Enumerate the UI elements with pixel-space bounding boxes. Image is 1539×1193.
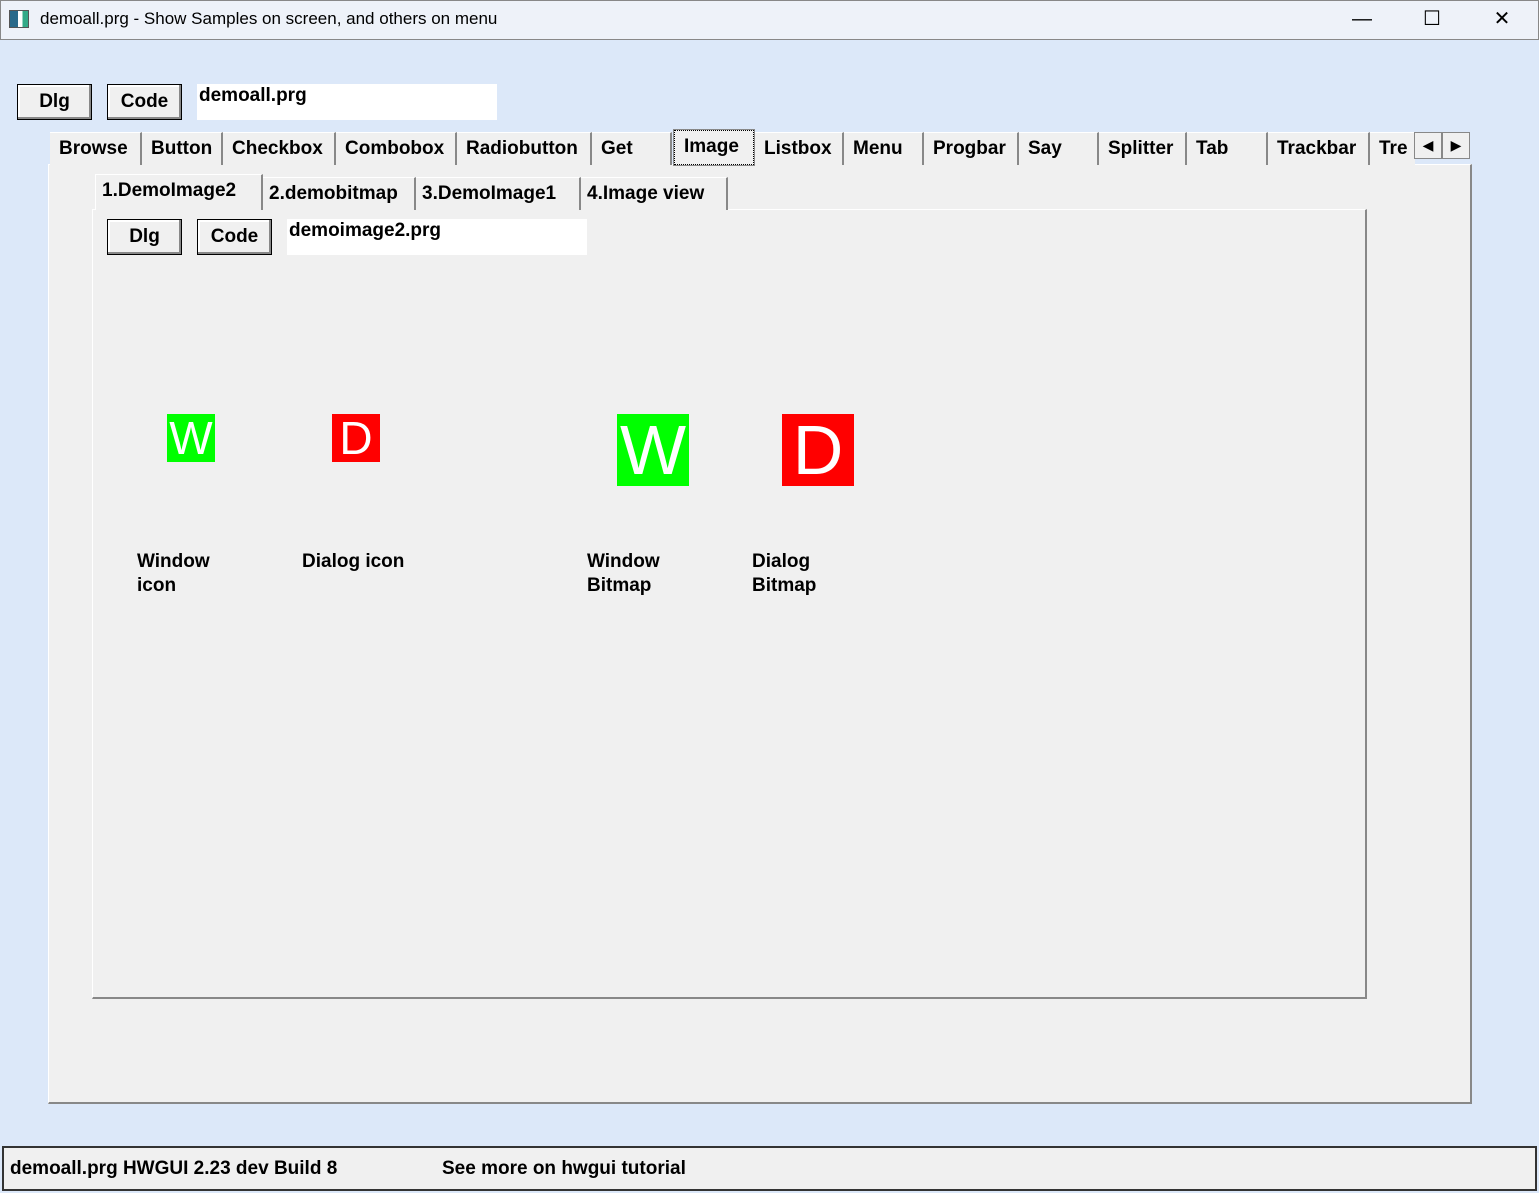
tab-browse[interactable]: Browse bbox=[50, 132, 142, 165]
minimize-button[interactable]: — bbox=[1332, 4, 1392, 36]
inner-filename-field[interactable]: demoimage2.prg bbox=[287, 219, 587, 255]
dlg-button[interactable]: Dlg bbox=[17, 84, 92, 120]
tab-get[interactable]: Get bbox=[592, 132, 672, 165]
app-icon bbox=[9, 10, 29, 28]
status-version: demoall.prg HWGUI 2.23 dev Build 8 bbox=[10, 1158, 338, 1179]
image-label: Dialog Bitmap bbox=[752, 550, 872, 598]
tab-progbar[interactable]: Progbar bbox=[924, 132, 1019, 165]
close-button[interactable]: ✕ bbox=[1472, 4, 1532, 36]
inner-dlg-button[interactable]: Dlg bbox=[107, 219, 182, 255]
tab-scroll-left-icon[interactable]: ◀ bbox=[1414, 132, 1442, 159]
image-label: Window Bitmap bbox=[587, 550, 707, 598]
filename-field[interactable]: demoall.prg bbox=[197, 84, 497, 120]
inner-tab-image-view[interactable]: 4.Image view bbox=[581, 177, 728, 210]
maximize-button[interactable]: ☐ bbox=[1402, 4, 1462, 36]
label-line: icon bbox=[137, 575, 177, 596]
tab-scroll-right-icon[interactable]: ▶ bbox=[1442, 132, 1470, 159]
window-title: demoall.prg - Show Samples on screen, an… bbox=[40, 9, 498, 28]
tab-treeview[interactable]: Tre bbox=[1370, 132, 1415, 165]
inner-tab-demoimage2[interactable]: 1.DemoImage2 bbox=[95, 174, 263, 210]
label-line: Dialog icon bbox=[302, 551, 405, 572]
dialog-icon-image: D bbox=[332, 414, 380, 462]
inner-code-button[interactable]: Code bbox=[197, 219, 272, 255]
inner-tab-panel bbox=[92, 209, 1367, 999]
window-icon-image: W bbox=[167, 414, 215, 462]
tab-listbox[interactable]: Listbox bbox=[755, 132, 844, 165]
window-bitmap-image: W bbox=[617, 414, 689, 486]
image-label: Dialog icon bbox=[302, 550, 462, 574]
tab-button[interactable]: Button bbox=[142, 132, 223, 165]
tab-say[interactable]: Say bbox=[1019, 132, 1099, 165]
label-line: Window bbox=[587, 551, 660, 572]
inner-tab-demobitmap[interactable]: 2.demobitmap bbox=[263, 177, 416, 210]
tab-menu[interactable]: Menu bbox=[844, 132, 924, 165]
tab-tab[interactable]: Tab bbox=[1187, 132, 1268, 165]
dialog-bitmap-image: D bbox=[782, 414, 854, 486]
tab-checkbox[interactable]: Checkbox bbox=[223, 132, 336, 165]
image-label: Window icon bbox=[137, 550, 257, 598]
tab-image[interactable]: Image bbox=[673, 129, 755, 166]
tab-splitter[interactable]: Splitter bbox=[1099, 132, 1187, 165]
status-tutorial: See more on hwgui tutorial bbox=[442, 1158, 686, 1179]
inner-tab-demoimage1[interactable]: 3.DemoImage1 bbox=[416, 177, 581, 210]
label-line: Bitmap bbox=[587, 575, 652, 596]
code-button[interactable]: Code bbox=[107, 84, 182, 120]
status-bar: demoall.prg HWGUI 2.23 dev Build 8 See m… bbox=[2, 1146, 1537, 1191]
label-line: Bitmap bbox=[752, 575, 817, 596]
tab-radiobutton[interactable]: Radiobutton bbox=[457, 132, 592, 165]
tab-trackbar[interactable]: Trackbar bbox=[1268, 132, 1370, 165]
tab-combobox[interactable]: Combobox bbox=[336, 132, 457, 165]
label-line: Window bbox=[137, 551, 210, 572]
label-line: Dialog bbox=[752, 551, 811, 572]
